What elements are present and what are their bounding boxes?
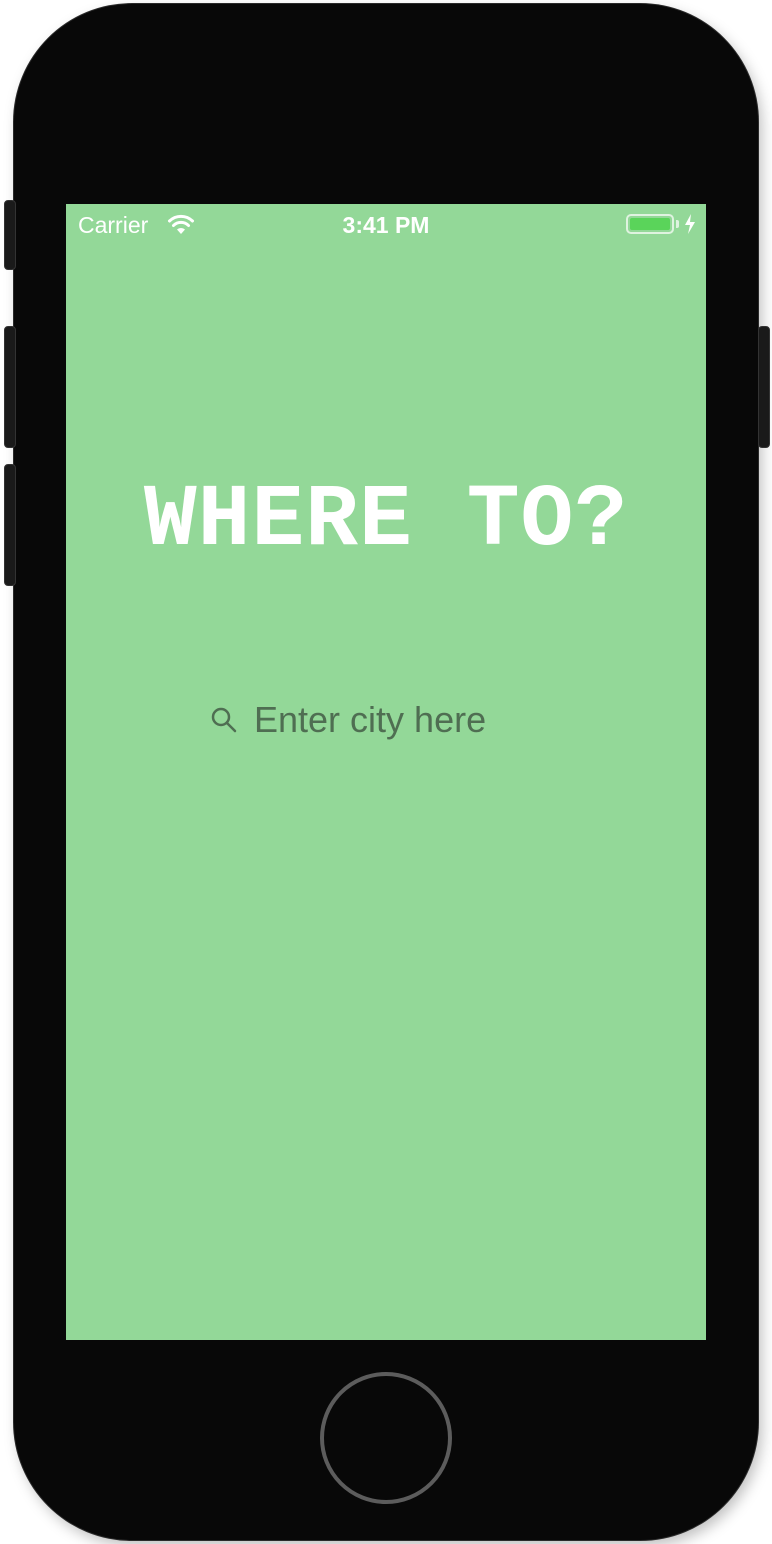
search-bar[interactable] <box>210 696 570 744</box>
battery-icon <box>626 214 674 234</box>
battery-level-fill <box>630 218 670 230</box>
status-bar: Carrier 3:41 PM <box>66 204 706 244</box>
app-screen: Carrier 3:41 PM WHERE TO? <box>66 204 706 1340</box>
mute-switch <box>4 200 16 270</box>
volume-down-button <box>4 464 16 586</box>
power-button <box>758 326 770 448</box>
search-icon <box>211 707 237 733</box>
volume-up-button <box>4 326 16 448</box>
status-time: 3:41 PM <box>342 212 430 238</box>
home-button[interactable] <box>320 1372 452 1504</box>
page-title: WHERE TO? <box>143 472 629 571</box>
city-search-input[interactable] <box>254 696 564 744</box>
charging-bolt-icon <box>685 214 695 234</box>
battery-cap <box>676 220 679 228</box>
